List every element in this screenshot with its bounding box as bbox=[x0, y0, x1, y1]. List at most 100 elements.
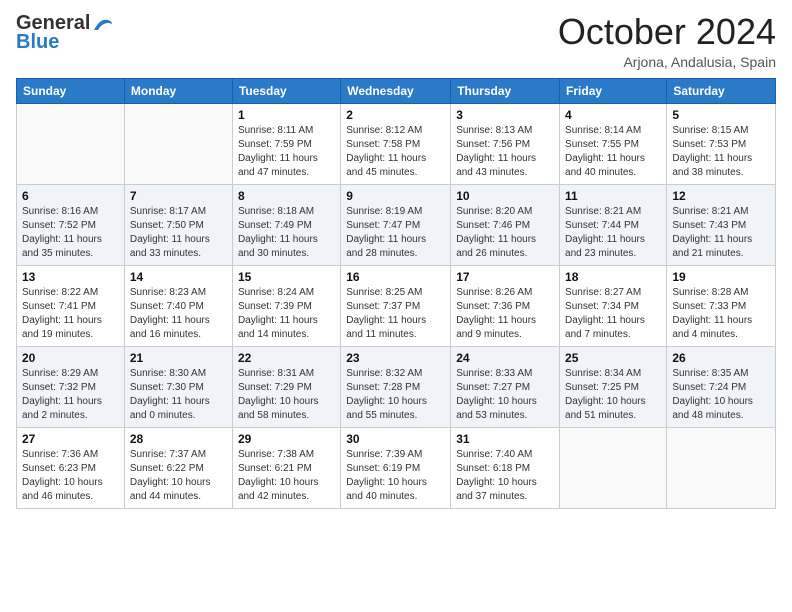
day-info: Sunrise: 8:30 AM Sunset: 7:30 PM Dayligh… bbox=[130, 367, 227, 423]
day-info: Sunrise: 8:32 AM Sunset: 7:28 PM Dayligh… bbox=[346, 367, 445, 423]
day-number: 8 bbox=[238, 189, 335, 203]
day-info: Sunrise: 7:40 AM Sunset: 6:18 PM Dayligh… bbox=[456, 448, 554, 504]
day-info: Sunrise: 8:26 AM Sunset: 7:36 PM Dayligh… bbox=[456, 286, 554, 342]
location: Arjona, Andalusia, Spain bbox=[558, 54, 776, 70]
calendar-cell: 15 Sunrise: 8:24 AM Sunset: 7:39 PM Dayli… bbox=[232, 265, 340, 346]
day-number: 1 bbox=[238, 108, 335, 122]
day-info: Sunrise: 8:17 AM Sunset: 7:50 PM Dayligh… bbox=[130, 205, 227, 261]
calendar-week-row: 27 Sunrise: 7:36 AM Sunset: 6:23 PM Dayli… bbox=[17, 427, 776, 508]
day-number: 6 bbox=[22, 189, 119, 203]
day-number: 16 bbox=[346, 270, 445, 284]
day-info: Sunrise: 8:14 AM Sunset: 7:55 PM Dayligh… bbox=[565, 124, 661, 180]
month-title: October 2024 bbox=[558, 12, 776, 52]
day-info: Sunrise: 8:20 AM Sunset: 7:46 PM Dayligh… bbox=[456, 205, 554, 261]
calendar-cell: 18 Sunrise: 8:27 AM Sunset: 7:34 PM Dayli… bbox=[560, 265, 667, 346]
day-number: 23 bbox=[346, 351, 445, 365]
day-number: 2 bbox=[346, 108, 445, 122]
weekday-header-tuesday: Tuesday bbox=[232, 78, 340, 103]
day-number: 4 bbox=[565, 108, 661, 122]
calendar-cell: 27 Sunrise: 7:36 AM Sunset: 6:23 PM Dayli… bbox=[17, 427, 125, 508]
logo: General Blue bbox=[16, 12, 114, 54]
day-info: Sunrise: 8:21 AM Sunset: 7:44 PM Dayligh… bbox=[565, 205, 661, 261]
calendar-cell: 28Sunrise: 7:37 AM Sunset: 6:22 PM Dayli… bbox=[124, 427, 232, 508]
weekday-header-sunday: Sunday bbox=[17, 78, 125, 103]
calendar-week-row: 6Sunrise: 8:16 AM Sunset: 7:52 PM Daylig… bbox=[17, 184, 776, 265]
day-number: 3 bbox=[456, 108, 554, 122]
day-number: 21 bbox=[130, 351, 227, 365]
day-info: Sunrise: 8:12 AM Sunset: 7:58 PM Dayligh… bbox=[346, 124, 445, 180]
calendar-table: SundayMondayTuesdayWednesdayThursdayFrid… bbox=[16, 78, 776, 509]
calendar-cell: 26Sunrise: 8:35 AM Sunset: 7:24 PM Dayli… bbox=[667, 346, 776, 427]
day-info: Sunrise: 8:18 AM Sunset: 7:49 PM Dayligh… bbox=[238, 205, 335, 261]
calendar-cell: 20Sunrise: 8:29 AM Sunset: 7:32 PM Dayli… bbox=[17, 346, 125, 427]
day-info: Sunrise: 7:37 AM Sunset: 6:22 PM Dayligh… bbox=[130, 448, 227, 504]
day-info: Sunrise: 8:11 AM Sunset: 7:59 PM Dayligh… bbox=[238, 124, 335, 180]
day-number: 7 bbox=[130, 189, 227, 203]
calendar-cell: 6Sunrise: 8:16 AM Sunset: 7:52 PM Daylig… bbox=[17, 184, 125, 265]
day-number: 15 bbox=[238, 270, 335, 284]
calendar-cell: 25 Sunrise: 8:34 AM Sunset: 7:25 PM Dayli… bbox=[560, 346, 667, 427]
calendar-cell bbox=[17, 103, 125, 184]
day-number: 26 bbox=[672, 351, 770, 365]
day-number: 12 bbox=[672, 189, 770, 203]
calendar-cell: 30 Sunrise: 7:39 AM Sunset: 6:19 PM Dayli… bbox=[341, 427, 451, 508]
day-number: 31 bbox=[456, 432, 554, 446]
calendar-cell: 23 Sunrise: 8:32 AM Sunset: 7:28 PM Dayli… bbox=[341, 346, 451, 427]
calendar-cell: 2 Sunrise: 8:12 AM Sunset: 7:58 PM Daylig… bbox=[341, 103, 451, 184]
day-number: 29 bbox=[238, 432, 335, 446]
calendar-cell: 29 Sunrise: 7:38 AM Sunset: 6:21 PM Dayli… bbox=[232, 427, 340, 508]
weekday-header-thursday: Thursday bbox=[451, 78, 560, 103]
day-info: Sunrise: 8:27 AM Sunset: 7:34 PM Dayligh… bbox=[565, 286, 661, 342]
calendar-week-row: 20Sunrise: 8:29 AM Sunset: 7:32 PM Dayli… bbox=[17, 346, 776, 427]
day-number: 13 bbox=[22, 270, 119, 284]
calendar-cell: 9Sunrise: 8:19 AM Sunset: 7:47 PM Daylig… bbox=[341, 184, 451, 265]
day-info: Sunrise: 7:36 AM Sunset: 6:23 PM Dayligh… bbox=[22, 448, 119, 504]
day-number: 22 bbox=[238, 351, 335, 365]
day-number: 27 bbox=[22, 432, 119, 446]
title-block: October 2024 Arjona, Andalusia, Spain bbox=[558, 12, 776, 70]
calendar-cell: 8 Sunrise: 8:18 AM Sunset: 7:49 PM Daylig… bbox=[232, 184, 340, 265]
day-info: Sunrise: 8:23 AM Sunset: 7:40 PM Dayligh… bbox=[130, 286, 227, 342]
calendar-cell: 4 Sunrise: 8:14 AM Sunset: 7:55 PM Daylig… bbox=[560, 103, 667, 184]
calendar-week-row: 1 Sunrise: 8:11 AM Sunset: 7:59 PM Daylig… bbox=[17, 103, 776, 184]
calendar-cell: 21 Sunrise: 8:30 AM Sunset: 7:30 PM Dayli… bbox=[124, 346, 232, 427]
day-number: 11 bbox=[565, 189, 661, 203]
weekday-header-wednesday: Wednesday bbox=[341, 78, 451, 103]
day-info: Sunrise: 8:24 AM Sunset: 7:39 PM Dayligh… bbox=[238, 286, 335, 342]
day-number: 18 bbox=[565, 270, 661, 284]
calendar-cell bbox=[124, 103, 232, 184]
day-number: 24 bbox=[456, 351, 554, 365]
day-number: 25 bbox=[565, 351, 661, 365]
calendar-cell: 1 Sunrise: 8:11 AM Sunset: 7:59 PM Daylig… bbox=[232, 103, 340, 184]
calendar-cell: 10 Sunrise: 8:20 AM Sunset: 7:46 PM Dayli… bbox=[451, 184, 560, 265]
calendar-cell: 17 Sunrise: 8:26 AM Sunset: 7:36 PM Dayli… bbox=[451, 265, 560, 346]
day-number: 30 bbox=[346, 432, 445, 446]
day-info: Sunrise: 8:19 AM Sunset: 7:47 PM Dayligh… bbox=[346, 205, 445, 261]
page: General Blue October 2024 Arjona, Andalu… bbox=[0, 0, 792, 612]
day-info: Sunrise: 8:13 AM Sunset: 7:56 PM Dayligh… bbox=[456, 124, 554, 180]
day-info: Sunrise: 8:34 AM Sunset: 7:25 PM Dayligh… bbox=[565, 367, 661, 423]
calendar-week-row: 13Sunrise: 8:22 AM Sunset: 7:41 PM Dayli… bbox=[17, 265, 776, 346]
day-info: Sunrise: 7:39 AM Sunset: 6:19 PM Dayligh… bbox=[346, 448, 445, 504]
day-info: Sunrise: 8:28 AM Sunset: 7:33 PM Dayligh… bbox=[672, 286, 770, 342]
calendar-cell: 22Sunrise: 8:31 AM Sunset: 7:29 PM Dayli… bbox=[232, 346, 340, 427]
day-info: Sunrise: 8:15 AM Sunset: 7:53 PM Dayligh… bbox=[672, 124, 770, 180]
calendar-cell: 14 Sunrise: 8:23 AM Sunset: 7:40 PM Dayli… bbox=[124, 265, 232, 346]
day-info: Sunrise: 8:33 AM Sunset: 7:27 PM Dayligh… bbox=[456, 367, 554, 423]
calendar-cell: 13Sunrise: 8:22 AM Sunset: 7:41 PM Dayli… bbox=[17, 265, 125, 346]
day-number: 17 bbox=[456, 270, 554, 284]
calendar-cell bbox=[667, 427, 776, 508]
day-number: 5 bbox=[672, 108, 770, 122]
day-number: 19 bbox=[672, 270, 770, 284]
calendar-cell bbox=[560, 427, 667, 508]
day-info: Sunrise: 7:38 AM Sunset: 6:21 PM Dayligh… bbox=[238, 448, 335, 504]
calendar-cell: 3 Sunrise: 8:13 AM Sunset: 7:56 PM Daylig… bbox=[451, 103, 560, 184]
weekday-header-saturday: Saturday bbox=[667, 78, 776, 103]
calendar-cell: 5 Sunrise: 8:15 AM Sunset: 7:53 PM Daylig… bbox=[667, 103, 776, 184]
day-number: 10 bbox=[456, 189, 554, 203]
weekday-header-friday: Friday bbox=[560, 78, 667, 103]
logo-blue: Blue bbox=[16, 31, 59, 54]
logo-bird-icon bbox=[92, 16, 114, 32]
header: General Blue October 2024 Arjona, Andalu… bbox=[16, 12, 776, 70]
day-number: 14 bbox=[130, 270, 227, 284]
